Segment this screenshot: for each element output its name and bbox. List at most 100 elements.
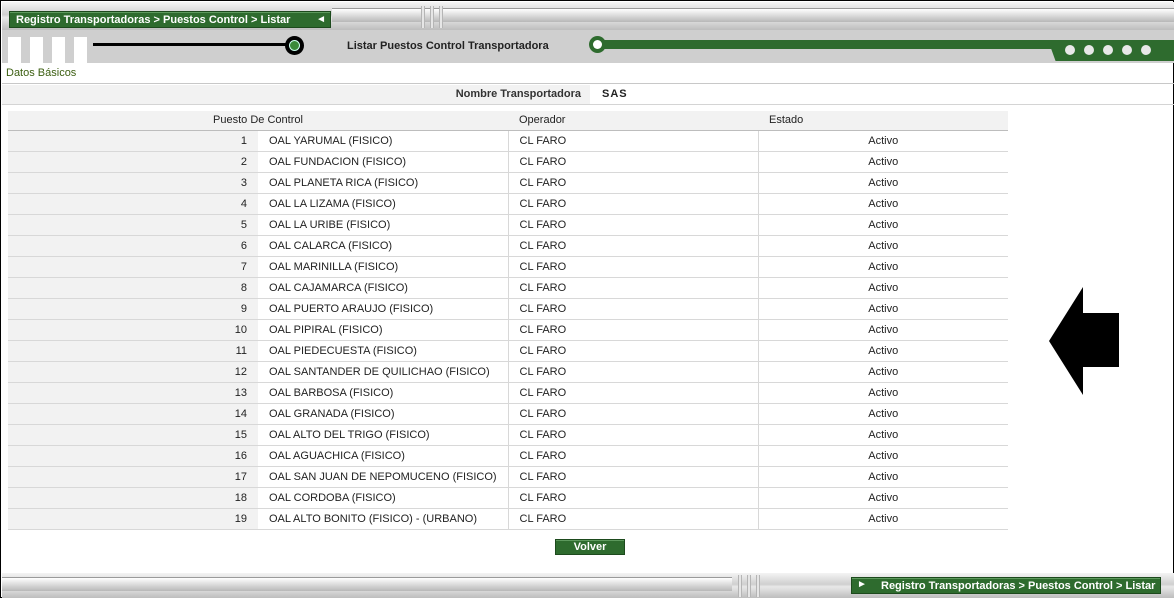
row-estado: Activo xyxy=(758,130,1008,152)
row-operador: CL FARO xyxy=(508,256,759,278)
row-number: 5 xyxy=(8,214,258,236)
row-puesto: OAL PIPIRAL (FISICO) xyxy=(258,319,509,341)
row-operador: CL FARO xyxy=(508,193,759,215)
top-grip-handle xyxy=(413,6,451,28)
row-number: 16 xyxy=(8,445,258,467)
table-row: 14 OAL GRANADA (FISICO) CL FARO Activo xyxy=(8,403,1008,425)
row-estado: Activo xyxy=(758,298,1008,320)
header-operador: Operador xyxy=(508,111,758,131)
section-title: Datos Básicos xyxy=(6,67,77,79)
row-estado: Activo xyxy=(758,361,1008,383)
row-number: 1 xyxy=(8,130,258,152)
row-operador: CL FARO xyxy=(508,340,759,362)
header-blocks-decor xyxy=(8,37,87,63)
puestos-table: Puesto De Control Operador Estado 1 OAL Y… xyxy=(8,111,1008,530)
row-number: 12 xyxy=(8,361,258,383)
table-row: 6 OAL CALARCA (FISICO) CL FARO Activo xyxy=(8,235,1008,257)
breadcrumb-top[interactable]: Registro Transportadoras > Puestos Contr… xyxy=(9,11,331,28)
section-divider xyxy=(2,83,1174,84)
row-puesto: OAL ALTO DEL TRIGO (FISICO) xyxy=(258,424,509,446)
row-estado: Activo xyxy=(758,487,1008,509)
row-number: 8 xyxy=(8,277,258,299)
row-operador: CL FARO xyxy=(508,235,759,257)
app-frame: Registro Transportadoras > Puestos Contr… xyxy=(0,0,1174,598)
left-arrow-icon xyxy=(1049,287,1119,395)
table-row: 16 OAL AGUACHICA (FISICO) CL FARO Activo xyxy=(8,445,1008,467)
row-puesto: OAL SAN JUAN DE NEPOMUCENO (FISICO) xyxy=(258,466,509,488)
table-row: 3 OAL PLANETA RICA (FISICO) CL FARO Activo xyxy=(8,172,1008,194)
breadcrumb-bottom[interactable]: ► Registro Transportadoras > Puestos Con… xyxy=(851,577,1161,594)
table-row: 9 OAL PUERTO ARAUJO (FISICO) CL FARO Activo xyxy=(8,298,1008,320)
row-estado: Activo xyxy=(758,466,1008,488)
transportadora-row: Nombre Transportadora SAS xyxy=(2,85,1174,104)
row-operador: CL FARO xyxy=(508,445,759,467)
row-puesto: OAL GRANADA (FISICO) xyxy=(258,403,509,425)
row-puesto: OAL SANTANDER DE QUILICHAO (FISICO) xyxy=(258,361,509,383)
row-operador: CL FARO xyxy=(508,487,759,509)
row-number: 3 xyxy=(8,172,258,194)
row-number: 4 xyxy=(8,193,258,215)
row-operador: CL FARO xyxy=(508,424,759,446)
table-row: 13 OAL BARBOSA (FISICO) CL FARO Activo xyxy=(8,382,1008,404)
top-decor-strip xyxy=(332,8,1174,22)
row-puesto: OAL CORDOBA (FISICO) xyxy=(258,487,509,509)
header-band: Listar Puestos Control Transportadora xyxy=(2,30,1174,63)
green-knob-icon xyxy=(589,36,606,53)
row-number: 2 xyxy=(8,151,258,173)
transportadora-label: Nombre Transportadora xyxy=(2,85,590,104)
header-dots-decor xyxy=(1065,45,1151,55)
row-estado: Activo xyxy=(758,151,1008,173)
row-number: 11 xyxy=(8,340,258,362)
breadcrumb-top-label[interactable]: Registro Transportadoras > Puestos Contr… xyxy=(16,14,290,26)
row-puesto: OAL FUNDACION (FISICO) xyxy=(258,151,509,173)
row-operador: CL FARO xyxy=(508,277,759,299)
table-row: 4 OAL LA LIZAMA (FISICO) CL FARO Activo xyxy=(8,193,1008,215)
table-row: 15 OAL ALTO DEL TRIGO (FISICO) CL FARO Acti… xyxy=(8,424,1008,446)
top-toolbar: Registro Transportadoras > Puestos Contr… xyxy=(2,2,1174,30)
row-puesto: OAL PIEDECUESTA (FISICO) xyxy=(258,340,509,362)
progress-track xyxy=(93,43,291,46)
table-row: 10 OAL PIPIRAL (FISICO) CL FARO Activo xyxy=(8,319,1008,341)
transportadora-value: SAS xyxy=(602,88,628,100)
table-row: 19 OAL ALTO BONITO (FISICO) - (URBANO) CL … xyxy=(8,508,1008,530)
table-row: 7 OAL MARINILLA (FISICO) CL FARO Activo xyxy=(8,256,1008,278)
row-puesto: OAL CALARCA (FISICO) xyxy=(258,235,509,257)
row-number: 18 xyxy=(8,487,258,509)
row-number: 7 xyxy=(8,256,258,278)
row-number: 19 xyxy=(8,508,258,530)
row-puesto: OAL PUERTO ARAUJO (FISICO) xyxy=(258,298,509,320)
row-estado: Activo xyxy=(758,193,1008,215)
row-estado: Activo xyxy=(758,424,1008,446)
row-puesto: OAL ALTO BONITO (FISICO) - (URBANO) xyxy=(258,508,509,530)
row-puesto: OAL PLANETA RICA (FISICO) xyxy=(258,172,509,194)
collapse-left-icon[interactable]: ◄ xyxy=(316,14,326,25)
header-puesto: Puesto De Control xyxy=(8,111,508,131)
row-estado: Activo xyxy=(758,214,1008,236)
row-operador: CL FARO xyxy=(508,151,759,173)
row-operador: CL FARO xyxy=(508,130,759,152)
row-puesto: OAL LA LIZAMA (FISICO) xyxy=(258,193,509,215)
progress-knob-icon xyxy=(285,36,304,55)
row-puesto: OAL MARINILLA (FISICO) xyxy=(258,256,509,278)
row-puesto: OAL LA URIBE (FISICO) xyxy=(258,214,509,236)
row-estado: Activo xyxy=(758,319,1008,341)
row-operador: CL FARO xyxy=(508,508,759,530)
table-row: 5 OAL LA URIBE (FISICO) CL FARO Activo xyxy=(8,214,1008,236)
row-estado: Activo xyxy=(758,382,1008,404)
volver-button[interactable]: Volver xyxy=(555,539,625,555)
row-estado: Activo xyxy=(758,235,1008,257)
row-operador: CL FARO xyxy=(508,319,759,341)
expand-right-icon[interactable]: ► xyxy=(857,579,867,590)
row-puesto: OAL CAJAMARCA (FISICO) xyxy=(258,277,509,299)
row-number: 9 xyxy=(8,298,258,320)
breadcrumb-bottom-label[interactable]: Registro Transportadoras > Puestos Contr… xyxy=(881,580,1155,592)
table-row: 12 OAL SANTANDER DE QUILICHAO (FISICO) CL … xyxy=(8,361,1008,383)
table-row: 11 OAL PIEDECUESTA (FISICO) CL FARO Activo xyxy=(8,340,1008,362)
bottom-toolbar: ► Registro Transportadoras > Puestos Con… xyxy=(2,573,1174,598)
row-estado: Activo xyxy=(758,508,1008,530)
page-title: Listar Puestos Control Transportadora xyxy=(347,40,549,52)
table-row: 1 OAL YARUMAL (FISICO) CL FARO Activo xyxy=(8,130,1008,152)
row-estado: Activo xyxy=(758,445,1008,467)
row-estado: Activo xyxy=(758,172,1008,194)
row-number: 15 xyxy=(8,424,258,446)
